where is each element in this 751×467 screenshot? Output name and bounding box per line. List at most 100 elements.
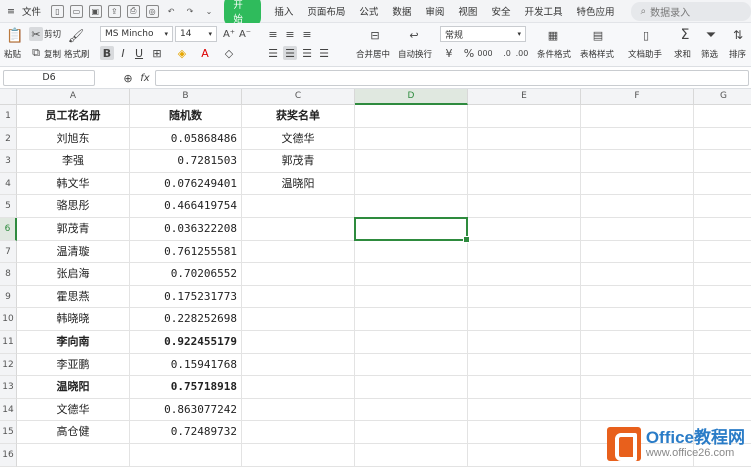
cell-d15[interactable] bbox=[355, 421, 468, 444]
cell-g7[interactable] bbox=[694, 241, 751, 264]
dropdown-icon[interactable]: ⌄ bbox=[202, 5, 215, 18]
clear-icon[interactable]: ◇ bbox=[222, 46, 236, 60]
justify-icon[interactable]: ☰ bbox=[317, 46, 331, 60]
cell-c12[interactable] bbox=[242, 353, 355, 377]
row-header-16[interactable]: 16 bbox=[0, 444, 17, 467]
row-header-13[interactable]: 13 bbox=[0, 376, 17, 399]
cell-c10[interactable] bbox=[242, 308, 355, 331]
cell-e3[interactable] bbox=[468, 150, 581, 173]
cell-e11[interactable] bbox=[468, 331, 581, 354]
cell-a15[interactable]: 高仓健 bbox=[17, 421, 130, 444]
format-painter-label[interactable]: 格式刷 bbox=[64, 48, 90, 60]
cell-f9[interactable] bbox=[581, 285, 694, 309]
cell-e1[interactable] bbox=[468, 105, 581, 128]
cell-f11[interactable] bbox=[581, 331, 694, 354]
cell-d7[interactable] bbox=[355, 240, 468, 264]
cell-f14[interactable] bbox=[581, 398, 694, 422]
font-name-select[interactable]: MS Mincho ▾ bbox=[100, 26, 173, 42]
cell-a14[interactable]: 文德华 bbox=[17, 398, 130, 422]
align-left-icon[interactable]: ☰ bbox=[266, 46, 280, 60]
cell-c8[interactable] bbox=[242, 263, 355, 286]
thousands-button[interactable]: 000 bbox=[477, 46, 492, 60]
cell-f2[interactable] bbox=[581, 127, 694, 151]
cell-c3[interactable]: 郭茂青 bbox=[242, 150, 355, 173]
cell-c13[interactable] bbox=[242, 376, 355, 399]
cell-b1[interactable]: 随机数 bbox=[130, 105, 242, 128]
cell-d16[interactable] bbox=[355, 444, 468, 467]
cell-d9[interactable] bbox=[355, 285, 468, 309]
copy-label[interactable]: 复制 bbox=[44, 48, 61, 60]
spreadsheet-grid[interactable]: A B C D E F G 1 员工花名册 随机数 获奖名单 2 刘旭东 0.05868486 文德华 3 李强… bbox=[0, 89, 751, 467]
cond-format-label[interactable]: 条件格式 bbox=[537, 48, 571, 60]
cell-f5[interactable] bbox=[581, 195, 694, 218]
tab-insert[interactable]: 插入 bbox=[267, 4, 300, 18]
cell-e15[interactable] bbox=[468, 421, 581, 444]
cell-b5[interactable]: 0.466419754 bbox=[130, 195, 242, 218]
cell-f6[interactable] bbox=[581, 218, 694, 241]
cell-a9[interactable]: 霍思燕 bbox=[17, 285, 130, 309]
align-right-icon[interactable]: ☰ bbox=[300, 46, 314, 60]
cell-b3[interactable]: 0.7281503 bbox=[130, 150, 242, 173]
cell-b16[interactable] bbox=[130, 444, 242, 467]
cell-d14[interactable] bbox=[355, 398, 468, 422]
cell-e9[interactable] bbox=[468, 285, 581, 309]
new-doc-icon[interactable]: ▯ bbox=[50, 4, 64, 18]
cell-g5[interactable] bbox=[694, 195, 751, 218]
paste-label[interactable]: 粘贴 bbox=[4, 48, 21, 60]
cell-d2[interactable] bbox=[355, 127, 468, 151]
cell-b7[interactable]: 0.761255581 bbox=[130, 240, 242, 264]
number-format-select[interactable]: 常规 ▾ bbox=[440, 26, 526, 42]
decrease-decimal-icon[interactable]: .00 bbox=[515, 46, 529, 60]
underline-button[interactable]: U bbox=[132, 46, 146, 60]
cell-d1[interactable] bbox=[355, 105, 468, 128]
column-header-e[interactable]: E bbox=[468, 89, 581, 105]
cell-g11[interactable] bbox=[694, 331, 751, 354]
currency-icon[interactable]: ¥ bbox=[442, 46, 456, 60]
tab-review[interactable]: 审阅 bbox=[418, 4, 451, 18]
doc-helper-icon[interactable]: ▯ bbox=[637, 27, 655, 43]
row-header-2[interactable]: 2 bbox=[0, 127, 17, 151]
cell-f1[interactable] bbox=[581, 105, 694, 128]
cell-c14[interactable] bbox=[242, 398, 355, 422]
cell-a16[interactable] bbox=[17, 444, 130, 467]
tab-developer[interactable]: 开发工具 bbox=[517, 4, 569, 18]
cell-e2[interactable] bbox=[468, 127, 581, 151]
copy-icon[interactable]: ⧉ bbox=[29, 46, 43, 60]
cell-a5[interactable]: 骆思彤 bbox=[17, 195, 130, 218]
merge-center-icon[interactable]: ⊟ bbox=[366, 27, 384, 43]
row-header-7[interactable]: 7 bbox=[0, 240, 17, 264]
cell-d10[interactable] bbox=[355, 308, 468, 331]
cell-b11[interactable]: 0.922455179 bbox=[130, 331, 242, 354]
row-header-1[interactable]: 1 bbox=[0, 105, 17, 128]
filter-label[interactable]: 筛选 bbox=[701, 48, 718, 60]
cell-c11[interactable] bbox=[242, 331, 355, 354]
row-header-9[interactable]: 9 bbox=[0, 285, 17, 309]
increase-font-icon[interactable]: A⁺ bbox=[222, 27, 236, 41]
cell-d11[interactable] bbox=[355, 331, 468, 354]
sort-label[interactable]: 排序 bbox=[729, 48, 746, 60]
redo-icon[interactable]: ↷ bbox=[184, 5, 197, 18]
sort-icon[interactable]: ⇅ bbox=[729, 27, 747, 43]
cell-f4[interactable] bbox=[581, 172, 694, 196]
export-icon[interactable]: ⇪ bbox=[107, 4, 121, 18]
cell-e6[interactable] bbox=[468, 218, 581, 241]
percent-button[interactable]: % bbox=[462, 46, 476, 60]
align-bottom-icon[interactable]: ≡ bbox=[300, 27, 314, 41]
cell-g6[interactable] bbox=[694, 218, 751, 241]
cell-c4[interactable]: 温晓阳 bbox=[242, 172, 355, 196]
cell-f8[interactable] bbox=[581, 263, 694, 286]
tab-data[interactable]: 数据 bbox=[385, 4, 418, 18]
cell-b2[interactable]: 0.05868486 bbox=[130, 127, 242, 151]
cell-b14[interactable]: 0.863077242 bbox=[130, 398, 242, 422]
wrap-text-label[interactable]: 自动换行 bbox=[398, 48, 432, 60]
cell-e4[interactable] bbox=[468, 172, 581, 196]
row-header-8[interactable]: 8 bbox=[0, 263, 17, 286]
column-header-g[interactable]: G bbox=[694, 89, 751, 105]
row-header-14[interactable]: 14 bbox=[0, 398, 17, 422]
align-top-icon[interactable]: ≡ bbox=[266, 27, 280, 41]
cell-a1[interactable]: 员工花名册 bbox=[17, 105, 130, 128]
row-header-4[interactable]: 4 bbox=[0, 172, 17, 196]
cell-e14[interactable] bbox=[468, 398, 581, 422]
tab-view[interactable]: 视图 bbox=[451, 4, 484, 18]
cell-e16[interactable] bbox=[468, 444, 581, 467]
